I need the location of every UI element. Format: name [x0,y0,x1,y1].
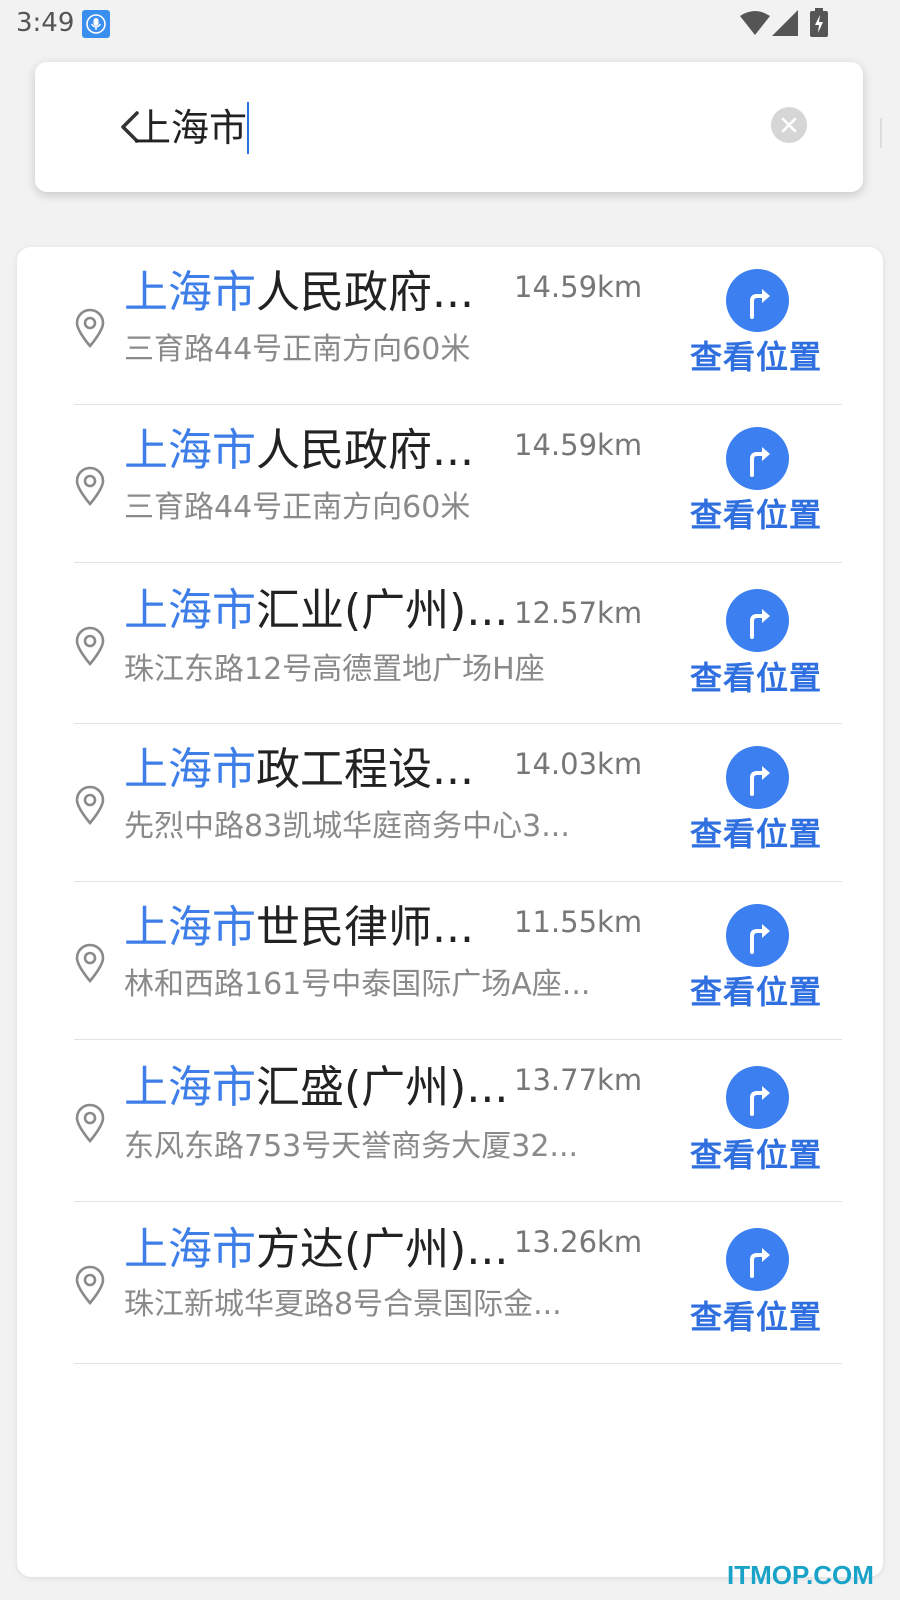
result-address: 东风东路753号天誉商务大厦32... [124,1129,579,1164]
result-title: 上海市汇盛(广州)... [124,1060,509,1116]
result-title: 上海市人民政府... [124,423,509,479]
result-title-name: 汇盛(广州) [256,1062,467,1113]
search-input[interactable]: 上海市 [133,102,250,154]
result-title-highlight: 上海市 [124,744,256,795]
navigate-button[interactable] [726,746,789,809]
search-bar: 上海市 [35,62,863,192]
result-title-name: 人民政府 [256,425,432,476]
title-ellipsis: ... [466,1062,509,1113]
view-location-button[interactable]: 查看位置 [690,814,822,854]
view-location-button[interactable]: 查看位置 [690,337,822,377]
status-time: 3:49 [16,8,75,38]
result-title-name: 方达(广州) [256,1224,467,1275]
result-item[interactable]: 上海市方达(广州)... 13.26km 珠江新城华夏路8号合景国际金... 查… [17,1202,883,1364]
result-distance: 13.77km [514,1063,643,1097]
navigate-button[interactable] [726,1228,789,1291]
result-title-name: 世民律师 [256,902,432,953]
result-title-highlight: 上海市 [124,1224,256,1275]
navigate-button[interactable] [726,427,789,490]
result-item[interactable]: 上海市汇业(广州)... 12.57km 珠江东路12号高德置地广场H座 查看位… [17,563,883,724]
result-distance: 12.57km [514,596,643,630]
result-distance: 14.03km [514,747,643,781]
edge-divider [880,118,882,148]
title-ellipsis: ... [432,267,474,318]
location-pin-icon [73,1103,107,1143]
result-address: 珠江东路12号高德置地广场H座 [124,652,545,687]
title-ellipsis: ... [466,585,509,636]
title-ellipsis: ... [432,744,474,795]
navigate-button[interactable] [726,1066,789,1129]
location-pin-icon [73,466,107,506]
location-pin-icon [73,1265,107,1305]
close-icon [781,117,797,133]
location-pin-icon [73,308,107,348]
result-title-name: 人民政府 [256,267,432,318]
result-title: 上海市人民政府... [124,265,509,321]
location-pin-icon [73,943,107,983]
result-distance: 11.55km [514,905,643,939]
status-bar: 3:49 [0,0,900,50]
result-title-highlight: 上海市 [124,1062,256,1113]
location-pin-icon [73,785,107,825]
result-address: 先烈中路83凯城华庭商务中心3... [124,809,570,844]
view-location-button[interactable]: 查看位置 [690,1297,822,1337]
result-title: 上海市政工程设... [124,742,509,798]
result-item[interactable]: 上海市汇盛(广州)... 13.77km 东风东路753号天誉商务大厦32...… [17,1040,883,1202]
result-title-highlight: 上海市 [124,267,256,318]
signal-icon [772,10,798,36]
result-item[interactable]: 上海市世民律师... 11.55km 林和西路161号中泰国际广场A座... 查… [17,882,883,1040]
result-address: 三育路44号正南方向60米 [124,332,471,367]
navigate-button[interactable] [726,269,789,332]
result-address: 珠江新城华夏路8号合景国际金... [124,1287,562,1322]
watermark: ITMOP.COM [727,1560,874,1590]
wifi-icon [740,11,770,35]
result-title-highlight: 上海市 [124,902,256,953]
result-distance: 13.26km [514,1225,643,1259]
title-ellipsis: ... [432,902,474,953]
view-location-button[interactable]: 查看位置 [690,1135,822,1175]
result-title-name: 政工程设 [256,744,432,795]
result-item[interactable]: 上海市政工程设... 14.03km 先烈中路83凯城华庭商务中心3... 查看… [17,724,883,882]
navigate-button[interactable] [726,589,789,652]
divider [74,1363,842,1364]
result-title-highlight: 上海市 [124,585,256,636]
title-ellipsis: ... [432,425,474,476]
clear-search-button[interactable] [771,107,807,143]
result-item[interactable]: 上海市人民政府... 14.59km 三育路44号正南方向60米 查看位置 [17,405,883,563]
result-address: 三育路44号正南方向60米 [124,490,471,525]
voice-assistant-icon [82,10,110,38]
result-address: 林和西路161号中泰国际广场A座... [124,967,591,1002]
location-pin-icon [73,626,107,666]
result-title-name: 汇业(广州) [256,585,467,636]
view-location-button[interactable]: 查看位置 [690,495,822,535]
results-list: 上海市人民政府... 14.59km 三育路44号正南方向60米 查看位置 上海… [17,247,883,1577]
navigate-button[interactable] [726,904,789,967]
result-title: 上海市方达(广州)... [124,1222,509,1278]
result-title: 上海市世民律师... [124,900,509,956]
result-title-highlight: 上海市 [124,425,256,476]
view-location-button[interactable]: 查看位置 [690,972,822,1012]
battery-charging-icon [810,8,828,37]
result-distance: 14.59km [514,428,643,462]
view-location-button[interactable]: 查看位置 [690,658,822,698]
result-title: 上海市汇业(广州)... [124,583,509,639]
title-ellipsis: ... [466,1224,509,1275]
result-distance: 14.59km [514,270,643,304]
result-item[interactable]: 上海市人民政府... 14.59km 三育路44号正南方向60米 查看位置 [17,247,883,405]
